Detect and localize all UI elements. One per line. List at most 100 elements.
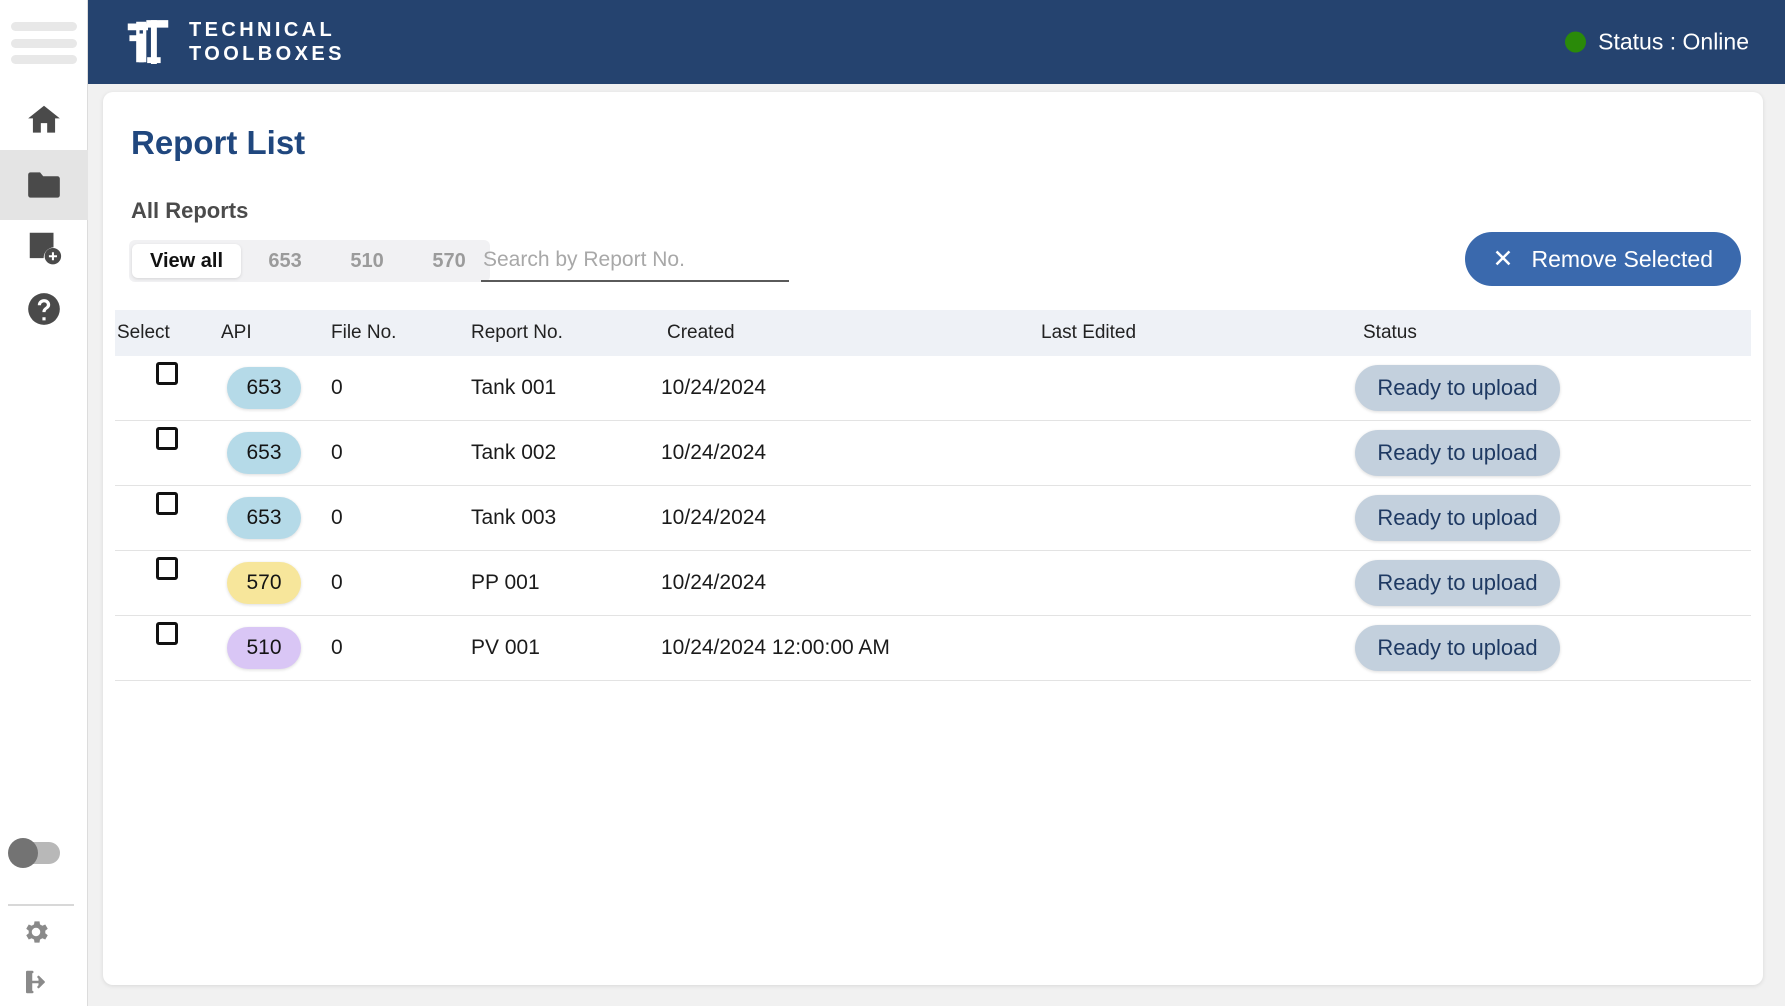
hamburger-bar (11, 38, 77, 48)
new-report-icon (25, 228, 63, 266)
filter-tab-653[interactable]: 653 (247, 244, 323, 278)
remove-selected-button[interactable]: ✕ Remove Selected (1464, 232, 1741, 286)
home-icon (25, 101, 63, 139)
row-select-checkbox[interactable] (156, 426, 178, 450)
reports-table: Select API File No. Report No. Created Last E… (115, 310, 1751, 681)
sidebar-item-new-report[interactable] (0, 212, 88, 282)
status-badge[interactable]: Ready to upload (1355, 430, 1560, 476)
hamburger-bar (11, 22, 77, 31)
filter-tab-view-all[interactable]: View all (132, 244, 242, 278)
gear-icon (21, 917, 51, 952)
api-badge: 570 (227, 562, 301, 604)
created-cell: 10/24/2024 (661, 376, 767, 399)
file-no-cell: 0 (331, 571, 343, 594)
search-input[interactable] (481, 240, 789, 280)
brand-logo[interactable]: TECHNICAL TOOLBOXES (121, 15, 345, 69)
created-cell: 10/24/2024 (661, 441, 767, 464)
table-body: 653 0 Tank 001 10/24/2024 Ready to upload 653… (115, 356, 1751, 681)
report-no-cell: PV 001 (471, 636, 540, 659)
api-badge: 653 (227, 432, 301, 474)
sidebar-item-home[interactable] (0, 85, 88, 155)
row-select-checkbox[interactable] (156, 361, 178, 385)
filter-tab-label: View all (150, 249, 224, 272)
created-cell: 10/24/2024 12:00:00 AM (661, 636, 890, 659)
file-no-cell: 0 (331, 441, 343, 464)
row-select-cell (115, 551, 217, 616)
row-select-checkbox[interactable] (156, 491, 178, 515)
status-cell: Ready to upload (1351, 495, 1751, 541)
filter-tab-510[interactable]: 510 (329, 244, 405, 278)
column-header-select: Select (117, 322, 170, 343)
column-header-report-no: Report No. (471, 322, 563, 343)
row-select-checkbox[interactable] (156, 621, 178, 645)
table-row: 653 0 Tank 001 10/24/2024 Ready to upload (115, 356, 1751, 421)
row-select-cell (115, 616, 217, 681)
api-badge: 510 (227, 627, 301, 669)
api-cell: 653 (217, 367, 329, 409)
table-row: 653 0 Tank 002 10/24/2024 Ready to upload (115, 421, 1751, 486)
logout-icon (21, 967, 51, 1002)
status-cell: Ready to upload (1351, 560, 1751, 606)
status-badge[interactable]: Ready to upload (1355, 365, 1560, 411)
file-no-cell: 0 (331, 506, 343, 529)
status-cell: Ready to upload (1351, 365, 1751, 411)
hamburger-menu-icon[interactable] (11, 22, 77, 64)
help-circle-icon (25, 290, 63, 328)
sidebar-item-reports[interactable] (0, 150, 88, 220)
column-header-status: Status (1363, 322, 1417, 343)
status-indicator: Status : Online (1565, 29, 1749, 56)
hamburger-bar (11, 55, 77, 64)
api-badge: 653 (227, 497, 301, 539)
technical-toolboxes-logo-icon (121, 15, 175, 69)
api-cell: 570 (217, 562, 329, 604)
remove-selected-label: Remove Selected (1531, 245, 1713, 272)
status-cell: Ready to upload (1351, 430, 1751, 476)
sidebar-divider (8, 904, 74, 906)
file-no-cell: 0 (331, 636, 343, 659)
brand-line-2: TOOLBOXES (189, 43, 345, 65)
column-header-file-no: File No. (331, 322, 397, 343)
column-header-last-edited: Last Edited (1041, 322, 1137, 343)
table-row: 510 0 PV 001 10/24/2024 12:00:00 AM Ready to… (115, 616, 1751, 681)
sidebar-item-help[interactable] (0, 274, 88, 344)
status-badge[interactable]: Ready to upload (1355, 560, 1560, 606)
filter-tab-570[interactable]: 570 (411, 244, 487, 278)
theme-toggle-switch[interactable] (8, 838, 60, 868)
sidebar-item-settings[interactable] (8, 910, 64, 958)
table-row: 570 0 PP 001 10/24/2024 Ready to upload (115, 551, 1751, 616)
app-root: TECHNICAL TOOLBOXES Status : Online Repo… (0, 0, 1785, 1006)
filter-tab-label: 570 (432, 249, 466, 272)
api-cell: 653 (217, 497, 329, 539)
table-row: 653 0 Tank 003 10/24/2024 Ready to upload (115, 486, 1751, 551)
column-header-created: Created (667, 322, 735, 343)
filter-tab-label: 653 (268, 249, 302, 272)
status-label: Status : Online (1598, 28, 1749, 55)
row-select-cell (115, 421, 217, 486)
api-cell: 653 (217, 432, 329, 474)
top-header: TECHNICAL TOOLBOXES Status : Online (88, 0, 1785, 84)
row-select-cell (115, 486, 217, 551)
row-select-cell (115, 356, 217, 421)
sidebar-item-logout[interactable] (8, 960, 64, 1006)
status-dot-icon (1565, 31, 1587, 53)
api-cell: 510 (217, 627, 329, 669)
brand-name: TECHNICAL TOOLBOXES (189, 18, 345, 67)
created-cell: 10/24/2024 (661, 506, 767, 529)
report-list-card: Report List All Reports View all 653 510 57… (103, 92, 1763, 985)
file-no-cell: 0 (331, 376, 343, 399)
search-field-wrapper (481, 240, 789, 282)
row-select-checkbox[interactable] (156, 556, 178, 580)
table-header-row: Select API File No. Report No. Created Last E… (115, 310, 1751, 356)
report-no-cell: Tank 003 (471, 506, 557, 529)
report-no-cell: Tank 002 (471, 441, 557, 464)
sidebar (0, 0, 88, 1006)
toggle-knob (8, 838, 38, 868)
column-header-api: API (221, 322, 252, 343)
status-cell: Ready to upload (1351, 625, 1751, 671)
page-title: Report List (131, 124, 306, 161)
report-no-cell: PP 001 (471, 571, 540, 594)
status-badge[interactable]: Ready to upload (1355, 495, 1560, 541)
filter-tab-label: 510 (350, 249, 384, 272)
status-badge[interactable]: Ready to upload (1355, 625, 1560, 671)
brand-line-1: TECHNICAL (189, 18, 336, 41)
